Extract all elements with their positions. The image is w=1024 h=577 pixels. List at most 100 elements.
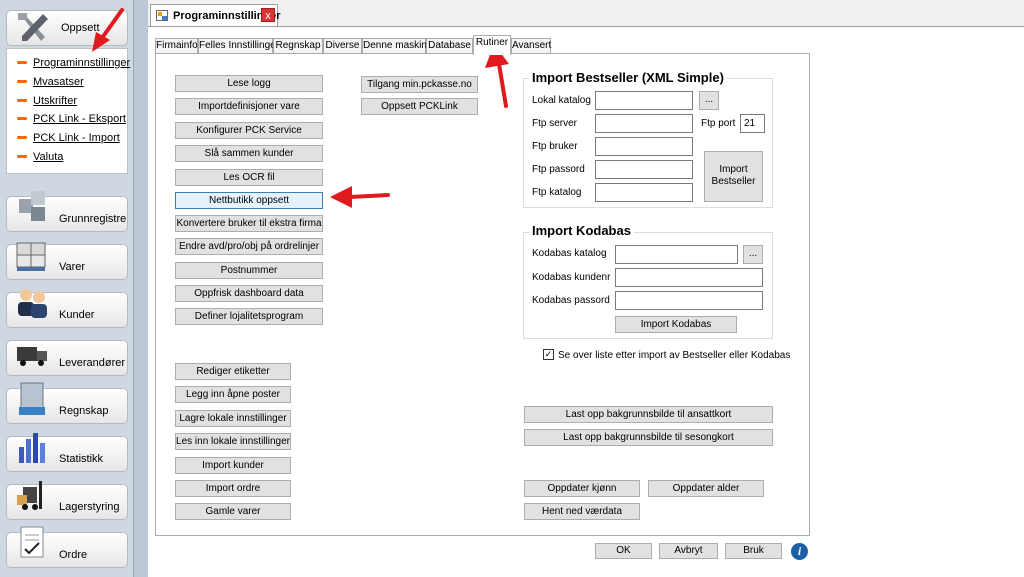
nav-varer-label: Varer	[59, 261, 86, 273]
sidebar-splitter[interactable]	[134, 0, 148, 577]
nettbutikk-oppsett-button[interactable]: Nettbutikk oppsett	[175, 192, 323, 209]
submenu-mvasatser[interactable]: Mvasatser	[33, 76, 84, 88]
cubes-icon	[19, 191, 45, 221]
submenu-pcklink-import[interactable]: PCK Link - Import	[33, 132, 120, 144]
lokal-katalog-browse-button[interactable]: ...	[699, 91, 719, 110]
gamle-varer-button[interactable]: Gamle varer	[175, 503, 291, 520]
annotation-arrow-icon	[92, 8, 124, 52]
nav-lagerstyring-button[interactable]: Lagerstyring	[6, 481, 128, 520]
document-icon	[20, 526, 44, 558]
kodabas-browse-button[interactable]: ...	[743, 245, 763, 264]
oppdater-alder-button[interactable]: Oppdater alder	[648, 480, 764, 497]
kodabas-passord-input[interactable]	[615, 291, 763, 310]
submenu-programinnstillinger[interactable]: Programinnstillinger	[33, 57, 130, 69]
ftp-server-input[interactable]	[595, 114, 693, 133]
submenu-utskrifter[interactable]: Utskrifter	[33, 95, 77, 107]
sla-sammen-kunder-button[interactable]: Slå sammen kunder	[175, 145, 323, 162]
ftp-passord-label: Ftp passord	[532, 164, 585, 175]
document-tab[interactable]: Programinnstillinger x	[150, 4, 281, 26]
hent-ned-vaerdata-button[interactable]: Hent ned værdata	[524, 503, 640, 520]
last-opp-sesongkort-button[interactable]: Last opp bakgrunnsbilde til sesongkort	[524, 429, 773, 446]
ftp-port-input[interactable]: 21	[740, 114, 765, 133]
bar-chart-icon	[19, 433, 45, 463]
bestseller-title: Import Bestseller (XML Simple)	[529, 70, 727, 85]
nav-leverandorer-label: Leverandører	[59, 357, 126, 369]
nav-ordre-label: Ordre	[59, 549, 88, 561]
window-icon	[156, 10, 168, 21]
ftp-katalog-label: Ftp katalog	[532, 187, 582, 198]
ftp-server-label: Ftp server	[532, 118, 578, 129]
oppsett-pcklink-button[interactable]: Oppsett PCKLink	[361, 98, 478, 115]
tab-firmainfo[interactable]: Firmainfo	[155, 38, 198, 54]
bullet-icon	[17, 155, 27, 158]
submenu-pcklink-eksport[interactable]: PCK Link - Eksport	[33, 113, 126, 125]
annotation-arrow-icon	[330, 186, 390, 208]
postnummer-button[interactable]: Postnummer	[175, 262, 323, 279]
tab-diverse[interactable]: Diverse	[323, 38, 362, 54]
nav-statistikk-button[interactable]: Statistikk	[6, 433, 128, 472]
nav-regnskap-button[interactable]: Regnskap	[6, 382, 128, 424]
oppdater-kjonn-button[interactable]: Oppdater kjønn	[524, 480, 640, 497]
kodabas-katalog-input[interactable]	[615, 245, 738, 264]
nav-regnskap-label: Regnskap	[59, 405, 109, 417]
oppsett-submenu: Programinnstillinger Mvasatser Utskrifte…	[6, 48, 130, 174]
nav-kunder-label: Kunder	[59, 309, 95, 321]
ftp-bruker-input[interactable]	[595, 137, 693, 156]
last-opp-ansattkort-button[interactable]: Last opp bakgrunnsbilde til ansattkort	[524, 406, 773, 423]
konfigurer-pck-service-button[interactable]: Konfigurer PCK Service	[175, 122, 323, 139]
oppfrisk-dashboard-button[interactable]: Oppfrisk dashboard data	[175, 285, 323, 302]
import-kunder-button[interactable]: Import kunder	[175, 457, 291, 474]
se-over-liste-label: Se over liste etter import av Bestseller…	[558, 350, 791, 361]
ftp-passord-input[interactable]	[595, 160, 693, 179]
avbryt-button[interactable]: Avbryt	[659, 543, 718, 559]
endre-avd-pro-obj-button[interactable]: Endre avd/pro/obj på ordrelinjer	[175, 238, 323, 255]
tilgang-min-pckasse-button[interactable]: Tilgang min.pckasse.no	[361, 76, 478, 93]
sidebar: Oppsett Programinnstillinger Mvasatser U…	[0, 0, 134, 577]
nav-ordre-button[interactable]: Ordre	[6, 526, 128, 568]
forklift-icon	[17, 481, 42, 510]
nav-leverandorer-button[interactable]: Leverandører	[6, 340, 128, 376]
info-icon[interactable]: i	[791, 543, 808, 560]
tab-database[interactable]: Database	[426, 38, 473, 54]
submenu-valuta[interactable]: Valuta	[33, 151, 63, 163]
nav-statistikk-label: Statistikk	[59, 453, 104, 465]
bullet-icon	[17, 99, 27, 102]
import-kodabas-button[interactable]: Import Kodabas	[615, 316, 737, 333]
lokal-katalog-label: Lokal katalog	[532, 95, 591, 106]
nav-kunder-button[interactable]: Kunder	[6, 289, 128, 328]
se-over-liste-checkbox[interactable]: ✓	[543, 349, 554, 360]
lese-logg-button[interactable]: Lese logg	[175, 75, 323, 92]
konvertere-bruker-button[interactable]: Konvertere bruker til ekstra firma	[175, 215, 323, 232]
definer-lojalitetsprogram-button[interactable]: Definer lojalitetsprogram	[175, 308, 323, 325]
rediger-etiketter-button[interactable]: Rediger etiketter	[175, 363, 291, 380]
nav-grunnregistre-label: Grunnregistre	[59, 213, 127, 225]
ftp-katalog-input[interactable]	[595, 183, 693, 202]
tab-rutiner[interactable]: Rutiner	[473, 35, 511, 55]
kodabas-kundenr-label: Kodabas kundenr	[532, 272, 611, 283]
lagre-lokale-innstillinger-button[interactable]: Lagre lokale innstillinger	[175, 410, 291, 427]
kodabas-katalog-label: Kodabas katalog	[532, 248, 607, 259]
legg-inn-apne-poster-button[interactable]: Legg inn åpne poster	[175, 386, 291, 403]
nav-varer-button[interactable]: Varer	[6, 242, 128, 280]
kodabas-kundenr-input[interactable]	[615, 268, 763, 287]
ok-button[interactable]: OK	[595, 543, 652, 559]
bullet-icon	[17, 136, 27, 139]
les-inn-lokale-innstillinger-button[interactable]: Les inn lokale innstillinger	[175, 433, 291, 450]
lokal-katalog-input[interactable]	[595, 91, 693, 110]
import-ordre-button[interactable]: Import ordre	[175, 480, 291, 497]
kodabas-passord-label: Kodabas passord	[532, 295, 610, 306]
bruk-button[interactable]: Bruk	[725, 543, 782, 559]
tab-regnskap[interactable]: Regnskap	[273, 38, 323, 54]
import-bestseller-button[interactable]: Import Bestseller	[704, 151, 763, 202]
les-ocr-fil-button[interactable]: Les OCR fil	[175, 169, 323, 186]
nav-lagerstyring-label: Lagerstyring	[59, 501, 120, 513]
tab-denne-maskin[interactable]: Denne maskin	[362, 38, 427, 54]
nav-grunnregistre-button[interactable]: Grunnregistre	[6, 191, 128, 232]
importdefinisjoner-vare-button[interactable]: Importdefinisjoner vare	[175, 98, 323, 115]
ftp-port-label: Ftp port	[701, 118, 736, 129]
close-icon[interactable]: x	[261, 8, 275, 22]
ftp-bruker-label: Ftp bruker	[532, 141, 578, 152]
bullet-icon	[17, 80, 27, 83]
tab-felles-innstillinger[interactable]: Felles Innstillinger	[198, 38, 279, 54]
bullet-icon	[17, 61, 27, 64]
